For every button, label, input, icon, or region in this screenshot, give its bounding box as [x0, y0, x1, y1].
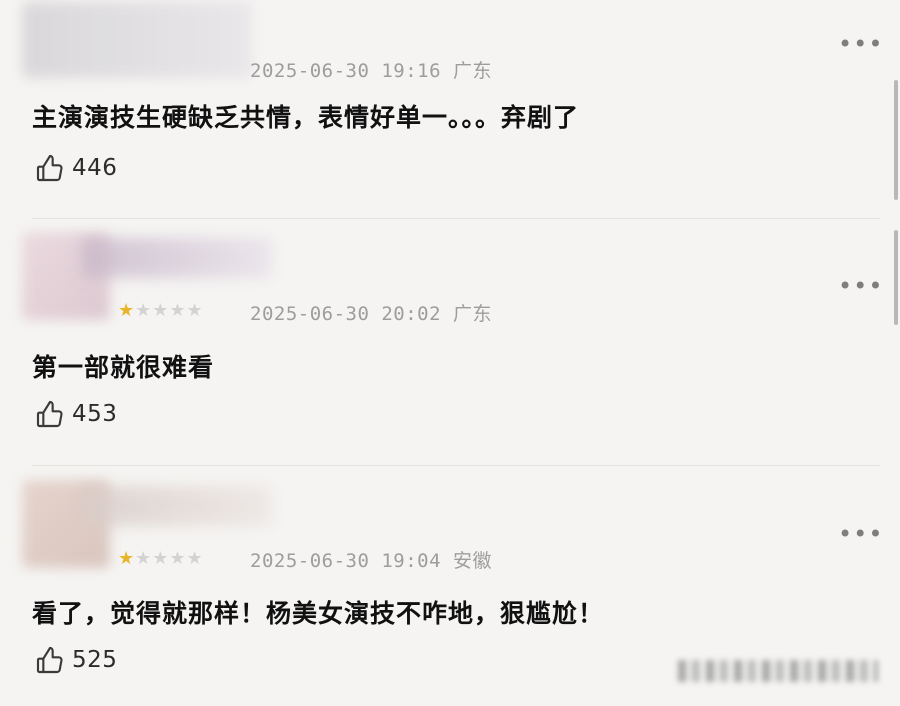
comment-text: 看了，觉得就那样！杨美女演技不咋地，狠尴尬！: [32, 599, 605, 628]
like-count: 446: [72, 155, 118, 181]
star-off: ★★★★: [135, 548, 204, 569]
star-on: ★: [118, 300, 136, 321]
comment-text: 第一部就很难看: [32, 353, 215, 382]
star-on: ★: [118, 548, 136, 569]
like-button[interactable]: 525: [34, 644, 117, 676]
scrollbar-thumb[interactable]: [894, 80, 898, 200]
thumbs-up-icon: [36, 400, 63, 428]
scrollbar-thumb[interactable]: [894, 230, 898, 325]
star-off: ★★★★: [135, 300, 204, 321]
username[interactable]: [82, 486, 272, 526]
like-button[interactable]: 453: [34, 398, 117, 430]
more-dots-icon[interactable]: •••: [838, 32, 883, 56]
rating-stars: ★★★★★: [118, 300, 204, 321]
username[interactable]: [82, 238, 272, 278]
comment-text: 主演演技生硬缺乏共情，表情好单一。。。弃剧了: [32, 103, 580, 132]
watermark: [678, 660, 878, 682]
like-button[interactable]: 446: [34, 152, 117, 184]
divider: [32, 218, 880, 219]
thumbs-up-icon: [36, 646, 63, 674]
more-dots-icon[interactable]: •••: [838, 274, 883, 298]
rating-stars: ★★★★★: [118, 548, 204, 569]
comment-meta: 2025-06-30 20:02 广东: [250, 303, 492, 325]
avatar[interactable]: [22, 2, 252, 78]
more-dots-icon[interactable]: •••: [838, 522, 883, 546]
like-count: 453: [72, 401, 118, 427]
thumbs-up-icon: [36, 154, 63, 182]
comment-meta: 2025-06-30 19:04 安徽: [250, 550, 492, 572]
divider: [32, 465, 880, 466]
comment-meta: 2025-06-30 19:16 广东: [250, 60, 492, 82]
like-count: 525: [72, 647, 118, 673]
